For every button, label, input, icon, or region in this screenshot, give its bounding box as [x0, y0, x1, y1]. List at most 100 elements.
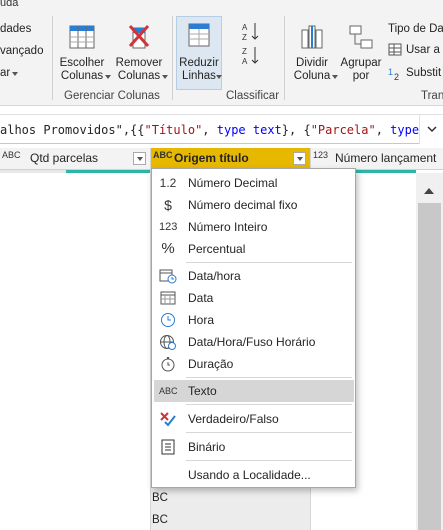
text-type-icon[interactable]: ABC [153, 151, 173, 160]
menu-separator [186, 404, 352, 405]
menu-item-integer[interactable]: 123 Número Inteiro [154, 216, 354, 238]
vertical-scrollbar[interactable] [416, 173, 443, 530]
svg-text:1: 1 [388, 67, 393, 77]
menu-item-label: Número decimal fixo [188, 198, 298, 212]
menu-item-label: Usando a Localidade... [188, 468, 311, 482]
choose-columns-button[interactable]: Escolher Colunas [55, 18, 111, 90]
formula-keyword: type text [216, 123, 282, 137]
chevron-down-icon [427, 126, 437, 133]
ribbon-partial-item-2[interactable]: vançado [0, 45, 43, 58]
menu-item-label: Data [188, 291, 214, 305]
sort-group-label: Classificar [226, 90, 280, 102]
number-type-icon[interactable]: 123 [313, 151, 328, 160]
menu-item-binary[interactable]: Binário [154, 436, 354, 458]
chevron-down-icon [216, 75, 222, 79]
menu-separator [186, 377, 352, 378]
calendar-icon [160, 291, 176, 305]
manage-columns-group-label: Gerenciar Colunas [64, 90, 160, 102]
chevron-down-icon [12, 72, 18, 76]
true-false-icon [160, 412, 176, 427]
ribbon-separator [52, 16, 53, 100]
reduce-rows-label-1: Reduzir [179, 57, 219, 69]
globe-clock-icon [160, 335, 176, 350]
menu-item-using-locale[interactable]: Usando a Localidade... [154, 464, 354, 486]
calendar-clock-icon [159, 269, 177, 284]
data-type-dropdown[interactable]: Tipo de Da [388, 23, 443, 36]
scroll-up-icon[interactable] [424, 188, 434, 194]
svg-text:2: 2 [394, 72, 399, 81]
binary-icon [161, 439, 175, 455]
svg-text:Z: Z [242, 47, 247, 56]
transform-group-label: Tran [421, 90, 443, 102]
menu-item-label: Data/hora [188, 269, 241, 283]
stopwatch-icon [161, 357, 175, 372]
menu-item-fixed-decimal[interactable]: $ Número decimal fixo [154, 194, 354, 216]
use-first-row-button[interactable]: Usar a [406, 44, 440, 57]
window-title-bar: uda [0, 0, 443, 12]
sort-ascending-icon: A Z [242, 23, 259, 42]
ribbon-partial-item-1[interactable]: dades [0, 23, 31, 36]
sort-ascending-button[interactable]: A Z [240, 20, 262, 42]
remove-columns-label-1: Remover [115, 57, 163, 69]
formula-string: "Parcela" [310, 123, 376, 137]
menu-item-decimal[interactable]: 1.2 Número Decimal [154, 172, 354, 194]
menu-item-datetimezone[interactable]: Data/Hora/Fuso Horário [154, 331, 354, 353]
svg-text:A: A [242, 57, 248, 66]
menu-item-datetime[interactable]: Data/hora [154, 265, 354, 287]
column-header-qtd-parcelas[interactable]: ABC Qtd parcelas [0, 148, 150, 169]
menu-item-time[interactable]: Hora [154, 309, 354, 331]
ribbon-separator [284, 16, 285, 100]
menu-item-label: Hora [188, 313, 215, 327]
reduce-rows-button[interactable]: Reduzir Linhas [176, 16, 222, 90]
sort-descending-button[interactable]: Z A [240, 44, 262, 66]
reduce-rows-icon [188, 23, 210, 47]
text-type-icon[interactable]: ABC [2, 151, 21, 160]
group-by-icon [349, 25, 373, 49]
table-cell[interactable]: BC [152, 492, 168, 504]
formula-keyword: type [390, 123, 420, 137]
column-filter-button[interactable] [293, 152, 306, 165]
formula-segment: alhos Promovidos",{{ [0, 123, 145, 137]
column-filter-button[interactable] [133, 152, 146, 165]
choose-columns-label-1: Escolher [59, 57, 105, 69]
replace-values-button[interactable]: Substit [406, 67, 441, 80]
remove-columns-icon [128, 24, 150, 49]
column-header-numero-lancamento[interactable]: 123 Número lançament [311, 148, 443, 169]
decimal-number-icon: 1.2 [159, 176, 177, 190]
formula-bar[interactable]: alhos Promovidos",{{"Título", type text}… [0, 114, 443, 144]
split-column-button[interactable]: Dividir Coluna [288, 18, 338, 90]
chevron-down-icon [105, 75, 111, 79]
ribbon-partial-item-3[interactable]: ar [0, 67, 10, 80]
ribbon: dades vançado ar Escolher Colunas Remove… [0, 12, 443, 106]
menu-item-percent[interactable]: % Percentual [154, 238, 354, 260]
menu-item-date[interactable]: Data [154, 287, 354, 309]
choose-columns-icon [69, 25, 95, 49]
ribbon-separator [172, 16, 173, 100]
group-by-label-1: Agrupar [340, 57, 382, 69]
menu-item-boolean[interactable]: Verdadeiro/Falso [154, 408, 354, 430]
menu-item-label: Verdadeiro/Falso [188, 412, 279, 426]
menu-item-duration[interactable]: Duração [154, 353, 354, 375]
remove-columns-button[interactable]: Remover Colunas [112, 18, 168, 90]
menu-item-text[interactable]: ABC Texto [154, 380, 354, 402]
menu-separator [186, 432, 352, 433]
formula-text[interactable]: alhos Promovidos",{{"Título", type text}… [0, 123, 419, 137]
column-name: Origem título [174, 151, 249, 165]
text-type-icon: ABC [159, 386, 178, 396]
window-title: uda [0, 0, 19, 9]
column-header-origem-titulo[interactable]: ABC Origem título [151, 148, 310, 169]
integer-icon: 123 [159, 221, 178, 233]
group-by-button[interactable]: Agrupar por [338, 18, 384, 90]
menu-item-label: Data/Hora/Fuso Horário [188, 335, 316, 349]
menu-item-label: Percentual [188, 242, 246, 256]
menu-separator [186, 460, 352, 461]
formula-segment: }, { [281, 123, 311, 137]
menu-item-label: Duração [188, 357, 234, 371]
split-column-icon [301, 25, 323, 49]
scrollbar-thumb[interactable] [418, 203, 441, 530]
remove-columns-label-2: Colunas [117, 70, 161, 82]
menu-separator [186, 262, 352, 263]
expand-formula-button[interactable] [419, 115, 443, 144]
table-cell[interactable]: BC [152, 514, 168, 526]
formula-segment: , [202, 123, 217, 137]
